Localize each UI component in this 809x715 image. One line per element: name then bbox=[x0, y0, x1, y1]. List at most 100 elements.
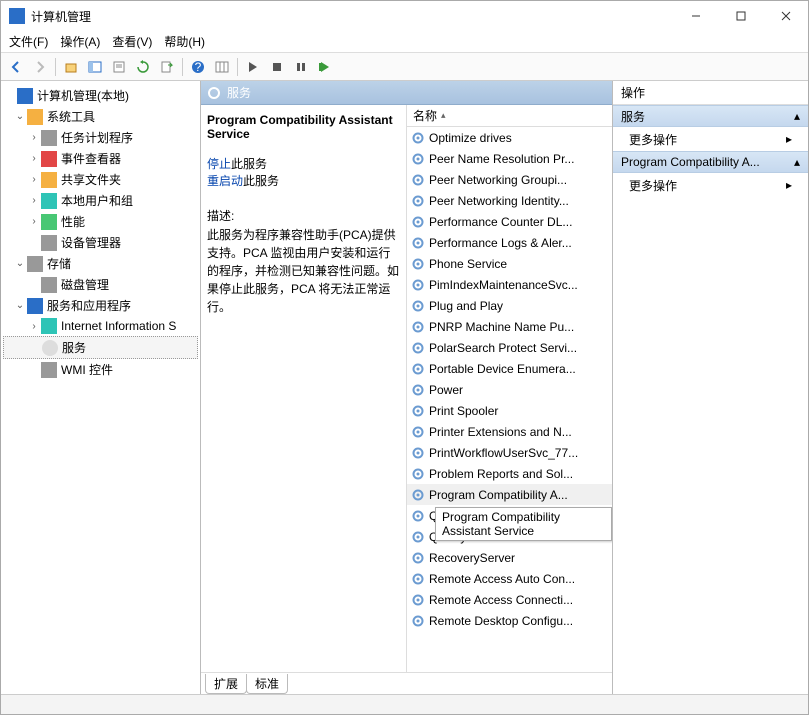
service-row[interactable]: Printer Extensions and N... bbox=[407, 421, 612, 442]
tree-wmi[interactable]: WMI 控件 bbox=[61, 361, 113, 378]
service-row[interactable]: Problem Reports and Sol... bbox=[407, 463, 612, 484]
tree-shared-folders[interactable]: 共享文件夹 bbox=[61, 171, 121, 188]
expand-icon[interactable]: ⌄ bbox=[13, 111, 27, 122]
expand-icon[interactable]: ⌄ bbox=[13, 258, 27, 269]
more-actions-2[interactable]: 更多操作 ▸ bbox=[613, 173, 808, 197]
expand-icon[interactable]: › bbox=[27, 321, 41, 332]
wmi-icon bbox=[41, 362, 57, 378]
up-button[interactable] bbox=[60, 56, 82, 78]
expand-icon[interactable]: › bbox=[27, 216, 41, 227]
gear-icon bbox=[207, 86, 221, 100]
service-row[interactable]: Performance Counter DL... bbox=[407, 211, 612, 232]
tree-diskmgmt[interactable]: 磁盘管理 bbox=[61, 276, 109, 293]
titlebar: 计算机管理 bbox=[1, 1, 808, 31]
gear-icon bbox=[411, 194, 425, 208]
maximize-button[interactable] bbox=[718, 1, 763, 31]
service-row[interactable]: Performance Logs & Aler... bbox=[407, 232, 612, 253]
service-row[interactable]: Peer Networking Groupi... bbox=[407, 169, 612, 190]
tab-extended[interactable]: 扩展 bbox=[205, 674, 247, 694]
service-name: Printer Extensions and N... bbox=[429, 425, 572, 439]
show-hide-tree-button[interactable] bbox=[84, 56, 106, 78]
content: 计算机管理(本地) ⌄ 系统工具 › 任务计划程序 › 事件查看器 › 共享文件夹 › 本… bbox=[1, 81, 808, 694]
tab-standard[interactable]: 标准 bbox=[246, 674, 288, 694]
service-row[interactable]: PrintWorkflowUserSvc_77... bbox=[407, 442, 612, 463]
tooltip: Program Compatibility Assistant Service bbox=[435, 507, 612, 541]
chevron-right-icon: ▸ bbox=[786, 132, 792, 146]
gear-icon bbox=[411, 530, 425, 544]
tree-root[interactable]: 计算机管理(本地) bbox=[37, 87, 129, 104]
service-name: Peer Networking Identity... bbox=[429, 194, 569, 208]
restart-link[interactable]: 重启动 bbox=[207, 174, 243, 188]
columns-button[interactable] bbox=[211, 56, 233, 78]
close-button[interactable] bbox=[763, 1, 808, 31]
list-body[interactable]: Optimize drivesPeer Name Resolution Pr..… bbox=[407, 127, 612, 672]
service-name: Program Compatibility A... bbox=[429, 488, 568, 502]
clock-icon bbox=[41, 130, 57, 146]
minimize-button[interactable] bbox=[673, 1, 718, 31]
pane-header: 服务 bbox=[201, 81, 612, 105]
more-actions-1[interactable]: 更多操作 ▸ bbox=[613, 127, 808, 151]
expand-icon[interactable]: › bbox=[27, 195, 41, 206]
menu-action[interactable]: 操作(A) bbox=[60, 33, 100, 50]
service-row[interactable]: Program Compatibility A... bbox=[407, 484, 612, 505]
window-title: 计算机管理 bbox=[31, 8, 673, 25]
menu-file[interactable]: 文件(F) bbox=[9, 33, 48, 50]
service-row[interactable]: Power bbox=[407, 379, 612, 400]
forward-button[interactable] bbox=[29, 56, 51, 78]
service-row[interactable]: Peer Networking Identity... bbox=[407, 190, 612, 211]
stop-link[interactable]: 停止 bbox=[207, 157, 231, 171]
service-row[interactable]: Remote Access Connecti... bbox=[407, 589, 612, 610]
gear-icon bbox=[411, 173, 425, 187]
tree-systools[interactable]: 系统工具 bbox=[47, 108, 95, 125]
expand-icon[interactable]: ⌄ bbox=[13, 300, 27, 311]
tree-storage[interactable]: 存储 bbox=[47, 255, 71, 272]
service-row[interactable]: Phone Service bbox=[407, 253, 612, 274]
tree-task-scheduler[interactable]: 任务计划程序 bbox=[61, 129, 133, 146]
service-name: Power bbox=[429, 383, 463, 397]
restart-service-button[interactable] bbox=[314, 56, 336, 78]
stop-service-button[interactable] bbox=[266, 56, 288, 78]
actions-section-selected[interactable]: Program Compatibility A... ▴ bbox=[613, 151, 808, 173]
tree-services[interactable]: 服务 bbox=[62, 339, 86, 356]
tree-services-apps[interactable]: 服务和应用程序 bbox=[47, 297, 131, 314]
expand-icon[interactable]: › bbox=[27, 132, 41, 143]
app-icon bbox=[9, 8, 25, 24]
service-row[interactable]: PNRP Machine Name Pu... bbox=[407, 316, 612, 337]
menu-view[interactable]: 查看(V) bbox=[112, 33, 152, 50]
gear-icon bbox=[411, 572, 425, 586]
tree-device-manager[interactable]: 设备管理器 bbox=[61, 234, 121, 251]
service-row[interactable]: Plug and Play bbox=[407, 295, 612, 316]
service-name: Performance Logs & Aler... bbox=[429, 236, 572, 250]
tree-performance[interactable]: 性能 bbox=[61, 213, 85, 230]
start-service-button[interactable] bbox=[242, 56, 264, 78]
service-row[interactable]: Optimize drives bbox=[407, 127, 612, 148]
gear-icon bbox=[411, 341, 425, 355]
gear-icon bbox=[411, 425, 425, 439]
tree-pane[interactable]: 计算机管理(本地) ⌄ 系统工具 › 任务计划程序 › 事件查看器 › 共享文件夹 › 本… bbox=[1, 81, 201, 694]
service-row[interactable]: Remote Access Auto Con... bbox=[407, 568, 612, 589]
pause-service-button[interactable] bbox=[290, 56, 312, 78]
column-header-name[interactable]: 名称▴ bbox=[407, 105, 612, 127]
service-row[interactable]: Remote Desktop Configu... bbox=[407, 610, 612, 631]
actions-section-services[interactable]: 服务 ▴ bbox=[613, 105, 808, 127]
help-button[interactable]: ? bbox=[187, 56, 209, 78]
back-button[interactable] bbox=[5, 56, 27, 78]
menu-help[interactable]: 帮助(H) bbox=[164, 33, 205, 50]
refresh-button[interactable] bbox=[132, 56, 154, 78]
service-row[interactable]: Print Spooler bbox=[407, 400, 612, 421]
export-button[interactable] bbox=[156, 56, 178, 78]
service-row[interactable]: Portable Device Enumera... bbox=[407, 358, 612, 379]
tree-iis[interactable]: Internet Information S bbox=[61, 319, 176, 333]
tree-event-viewer[interactable]: 事件查看器 bbox=[61, 150, 121, 167]
service-detail: Program Compatibility Assistant Service … bbox=[201, 105, 406, 672]
service-row[interactable]: RecoveryServer bbox=[407, 547, 612, 568]
service-row[interactable]: PolarSearch Protect Servi... bbox=[407, 337, 612, 358]
expand-icon[interactable]: › bbox=[27, 174, 41, 185]
service-row[interactable]: Peer Name Resolution Pr... bbox=[407, 148, 612, 169]
tree-local-users[interactable]: 本地用户和组 bbox=[61, 192, 133, 209]
pane-title: 服务 bbox=[227, 84, 251, 101]
selected-service-title: Program Compatibility Assistant Service bbox=[207, 113, 400, 141]
service-row[interactable]: PimIndexMaintenanceSvc... bbox=[407, 274, 612, 295]
properties-button[interactable] bbox=[108, 56, 130, 78]
expand-icon[interactable]: › bbox=[27, 153, 41, 164]
